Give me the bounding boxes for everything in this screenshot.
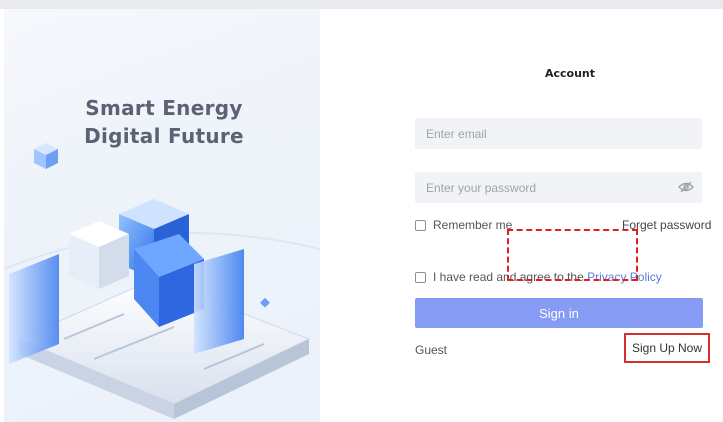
forget-password-link[interactable]: Forget password [622,218,711,232]
eye-slash-icon[interactable] [678,180,694,194]
top-strip [0,0,723,9]
sign-in-button[interactable]: Sign in [415,298,703,328]
remember-me-label: Remember me [433,218,513,232]
sign-up-now-link[interactable]: Sign Up Now [624,333,710,363]
guest-link[interactable]: Guest [415,343,447,357]
hero-illustration [4,113,320,422]
email-input[interactable] [415,118,702,149]
agree-row: I have read and agree to the Privacy Pol… [415,270,662,284]
agree-checkbox[interactable] [415,271,426,283]
hero-title: Smart Energy Digital Future [64,94,264,150]
agree-label: I have read and agree to the [433,270,588,284]
password-input[interactable] [415,172,702,203]
hero-title-line2: Digital Future [84,124,244,148]
remember-me-checkbox[interactable] [415,219,426,231]
privacy-policy-link[interactable]: Privacy Policy [587,270,662,284]
remember-me-row: Remember me [415,218,512,232]
form-heading: Account [544,67,596,80]
hero-panel: Smart Energy Digital Future [4,9,320,422]
hero-title-line1: Smart Energy [85,96,243,120]
sign-up-now-label: Sign Up Now [631,341,703,355]
